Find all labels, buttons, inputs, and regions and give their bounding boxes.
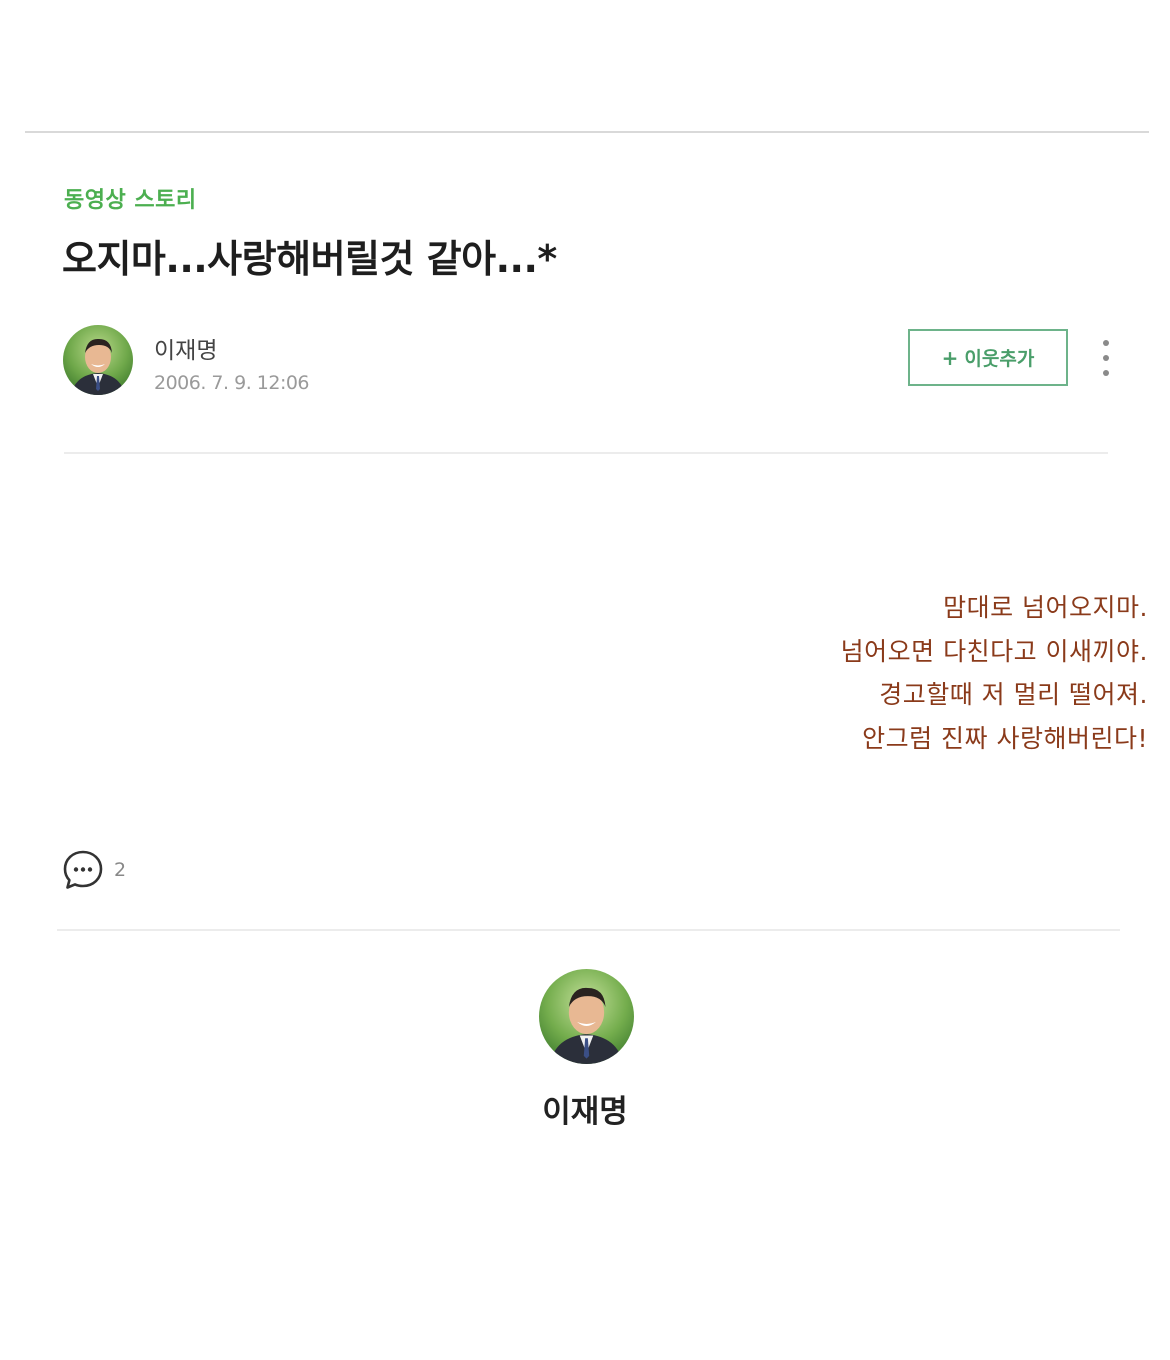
footer-divider [57,929,1120,931]
avatar-photo-icon [63,325,133,395]
avatar-photo-icon [539,969,634,1064]
author-name[interactable]: 이재명 [154,331,217,365]
body-line: 넘어오면 다친다고 이새끼야. [840,636,1148,666]
post-title: 오지마...사랑해버릴것 같아...* [62,237,557,281]
profile-avatar[interactable] [539,969,634,1064]
top-divider [25,131,1149,133]
post-date: 2006. 7. 9. 12:06 [154,372,310,394]
add-neighbor-label: 이웃추가 [964,348,1035,370]
body-line: 맘대로 넘어오지마. [943,593,1148,622]
comment-button[interactable]: 2 [62,849,126,891]
header-divider [64,452,1108,454]
post-body: 맘대로 넘어오지마. 넘어오면 다친다고 이새끼야. 경고할때 저 멀리 떨어져… [841,586,1148,760]
post-category[interactable]: 동영상 스토리 [64,182,197,214]
profile-name[interactable]: 이재명 [0,1086,1170,1131]
add-neighbor-button[interactable]: + 이웃추가 [908,329,1068,386]
plus-icon: + [941,345,959,370]
body-line: 경고할때 저 멀리 떨어져. [879,680,1148,709]
body-line: 안그럼 진짜 사랑해버린다! [862,723,1148,753]
comment-bubble-icon [63,850,103,889]
author-avatar[interactable] [63,325,133,395]
more-vertical-icon[interactable] [1094,340,1118,376]
comment-count: 2 [114,859,127,881]
